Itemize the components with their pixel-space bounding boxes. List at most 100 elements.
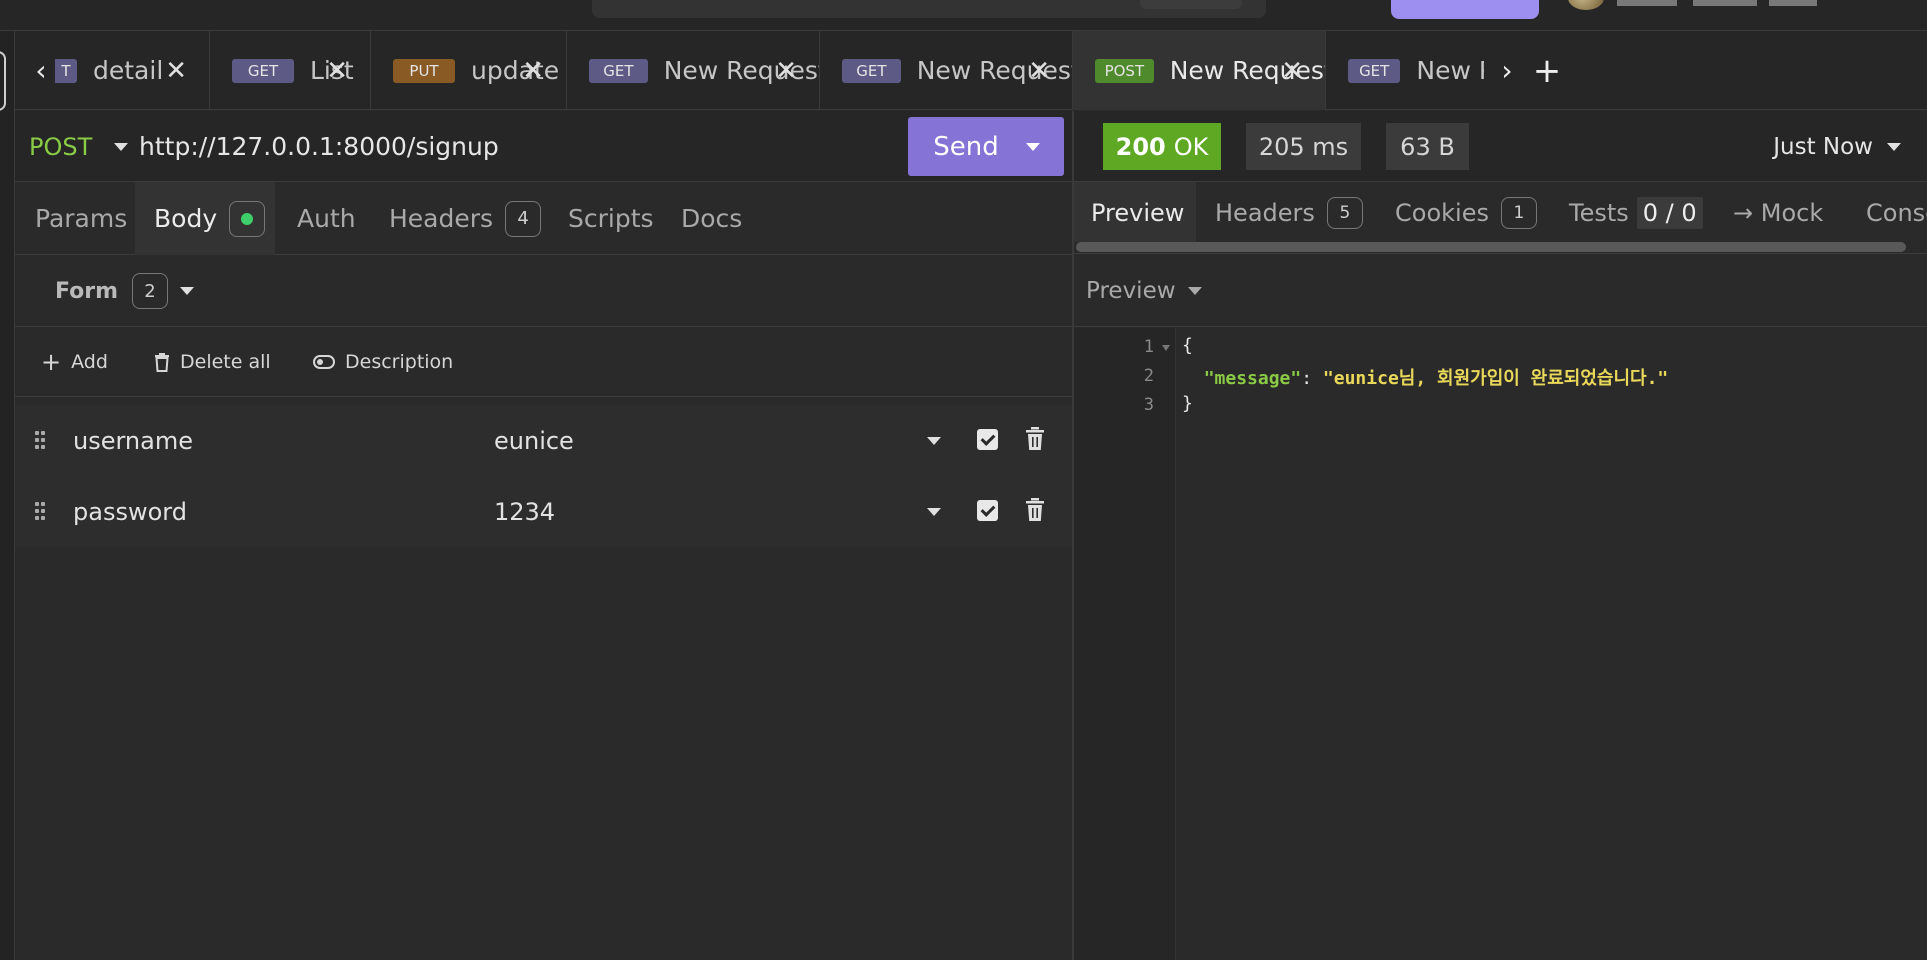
preview-mode-label: Preview [1086, 278, 1176, 304]
chevron-down-icon[interactable] [927, 437, 941, 445]
method-select[interactable]: POST [29, 111, 129, 182]
tab-body-label: Body [154, 204, 218, 233]
tab-method-badge: T [55, 58, 77, 83]
tab-detail[interactable]: T detail ✕ [55, 31, 210, 110]
line-number: 3 [1143, 395, 1154, 415]
title-strip [0, 0, 1927, 31]
toggle-icon [313, 355, 335, 369]
tab-method-badge: GET [842, 58, 901, 83]
json-brace: } [1182, 393, 1193, 414]
param-key-input[interactable]: password [73, 476, 187, 547]
tabs-scroll-right-icon[interactable]: › [1487, 31, 1527, 110]
tabs-scrollbar[interactable] [1074, 242, 1927, 254]
tab-tests[interactable]: Tests 0 / 0 [1569, 182, 1703, 244]
param-value-input[interactable]: 1234 [494, 476, 555, 547]
scrollbar-thumb[interactable] [1076, 242, 1906, 252]
description-label: Description [345, 351, 454, 373]
preview-mode-header: Preview [1074, 255, 1927, 327]
body-type-select[interactable]: Form 2 [55, 255, 195, 327]
tab-cookies[interactable]: Cookies 1 [1395, 182, 1537, 244]
response-size-badge: 63 B [1386, 123, 1469, 170]
tab-params[interactable]: Params [15, 182, 127, 255]
enabled-checkbox[interactable] [977, 429, 998, 450]
tab-update[interactable]: PUT update ✕ [371, 31, 567, 110]
tab-method-badge: GET [232, 58, 294, 83]
close-icon[interactable]: ✕ [775, 56, 797, 86]
url-input[interactable]: http://127.0.0.1:8000/signup [139, 111, 499, 182]
response-body-viewer[interactable]: { "message": "eunice님, 회원가입이 완료되었습니다." } [1177, 328, 1927, 960]
tab-scripts[interactable]: Scripts [568, 182, 668, 255]
code-line: { [1182, 335, 1193, 356]
fold-toggle-icon[interactable] [1162, 345, 1170, 351]
send-options-chevron-icon[interactable] [1026, 142, 1040, 151]
chevron-down-icon [180, 287, 195, 295]
param-value-input[interactable]: eunice [494, 405, 574, 476]
left-rail [0, 31, 15, 960]
tab-mock-label: → Mock [1733, 199, 1824, 227]
url-bar: POST http://127.0.0.1:8000/signup Send [15, 111, 1072, 182]
tab-tests-label: Tests [1569, 199, 1629, 227]
new-tab-button[interactable]: + [1527, 31, 1567, 110]
delete-all-label: Delete all [180, 351, 271, 373]
app-window: ‹ T detail ✕ GET List ✕ PUT update ✕ GET… [0, 0, 1927, 960]
tab-label: New Req [1416, 56, 1484, 85]
close-icon[interactable]: ✕ [326, 56, 348, 86]
close-icon[interactable]: ✕ [1028, 56, 1050, 86]
close-icon[interactable]: ✕ [165, 56, 187, 86]
preview-mode-select[interactable]: Preview [1086, 255, 1202, 327]
form-actions: + Add Delete all Description [15, 327, 1072, 397]
tab-docs[interactable]: Docs [681, 182, 761, 255]
tab-preview[interactable]: Preview [1074, 182, 1196, 244]
drag-handle-icon[interactable] [35, 431, 49, 451]
response-time-badge: 205 ms [1246, 123, 1361, 170]
request-section-tabs: Params Body Auth Headers 4 Scripts Docs [15, 182, 1072, 255]
cookies-count-badge: 1 [1500, 197, 1537, 229]
tab-new-request-active[interactable]: POST New Request ✕ [1073, 31, 1326, 110]
status-text: OK [1173, 132, 1209, 161]
tab-auth[interactable]: Auth [297, 182, 387, 255]
description-toggle[interactable]: Description [313, 327, 453, 397]
tab-list[interactable]: GET List ✕ [210, 31, 371, 110]
enabled-checkbox[interactable] [977, 500, 998, 521]
send-label: Send [933, 131, 999, 162]
tab-cookies-label: Cookies [1395, 199, 1489, 227]
collapse-handle[interactable] [0, 51, 6, 111]
add-param-button[interactable]: + Add [41, 327, 108, 397]
tab-headers[interactable]: Headers 4 [389, 182, 542, 255]
avatar[interactable] [1568, 0, 1604, 10]
history-label: Just Now [1773, 133, 1873, 160]
global-search-bar[interactable] [592, 0, 1266, 18]
tab-body[interactable]: Body [135, 182, 275, 255]
chevron-down-icon[interactable] [927, 508, 941, 516]
trash-icon[interactable] [1025, 427, 1045, 451]
add-label: Add [71, 351, 108, 373]
tab-mock[interactable]: → Mock [1733, 182, 1823, 244]
code-line: } [1182, 393, 1193, 414]
history-select[interactable]: Just Now [1773, 111, 1901, 182]
code-line: "message": "eunice님, 회원가입이 완료되었습니다." [1182, 364, 1669, 390]
close-icon[interactable]: ✕ [522, 56, 544, 86]
send-button[interactable]: Send [908, 117, 1064, 176]
param-key-input[interactable]: username [73, 405, 193, 476]
tab-new-request-3[interactable]: GET New Req [1326, 31, 1484, 110]
tab-headers-label: Headers [389, 204, 494, 233]
close-icon[interactable]: ✕ [1281, 56, 1303, 86]
status-code: 200 [1115, 132, 1166, 161]
body-active-indicator [229, 200, 266, 237]
tab-new-request-2[interactable]: GET New Request ✕ [820, 31, 1073, 110]
trash-icon[interactable] [1025, 498, 1045, 522]
tab-method-badge: GET [589, 58, 648, 83]
json-colon: : [1301, 368, 1323, 389]
request-tabs-bar: ‹ T detail ✕ GET List ✕ PUT update ✕ GET… [15, 31, 1927, 110]
line-number: 2 [1143, 366, 1154, 386]
body-type-label: Form [55, 278, 119, 304]
tab-new-request-1[interactable]: GET New Request ✕ [567, 31, 820, 110]
tab-auth-label: Auth [297, 204, 356, 233]
drag-handle-icon[interactable] [35, 502, 49, 522]
tab-console[interactable]: Conso [1866, 182, 1927, 244]
tests-count: 0 / 0 [1636, 197, 1703, 229]
chevron-down-icon [114, 142, 129, 151]
delete-all-button[interactable]: Delete all [154, 327, 271, 397]
tab-response-headers[interactable]: Headers 5 [1215, 182, 1363, 244]
upgrade-button[interactable] [1391, 0, 1539, 19]
